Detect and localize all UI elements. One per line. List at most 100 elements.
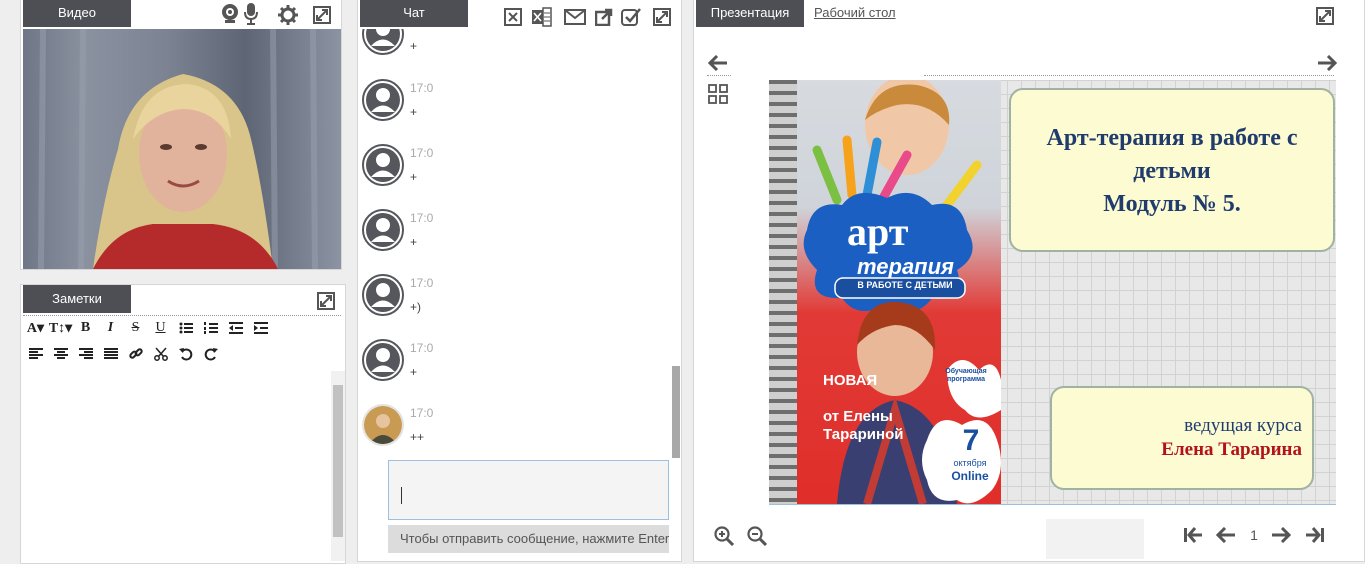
user-avatar-icon <box>362 29 404 55</box>
slide-bottom-line <box>769 504 1336 505</box>
align-justify-icon[interactable] <box>98 344 123 364</box>
webcam-video-frame <box>23 29 341 269</box>
chat-message: 17:0 +) <box>362 274 668 332</box>
first-slide-icon[interactable] <box>1182 525 1204 545</box>
last-slide-icon[interactable] <box>1304 525 1326 545</box>
strikethrough-button[interactable]: S <box>123 318 148 338</box>
clear-chat-icon[interactable] <box>503 7 523 27</box>
editor-toolbar-row-2 <box>23 343 223 365</box>
export-excel-icon[interactable] <box>531 6 553 28</box>
slide-top-divider <box>924 75 1334 76</box>
italic-button[interactable]: I <box>98 318 123 338</box>
video-tab[interactable]: Видео <box>23 0 131 27</box>
expand-icon[interactable] <box>312 5 332 25</box>
next-page-icon[interactable] <box>1270 525 1292 545</box>
chat-message: 17:0 ++ <box>362 404 668 454</box>
message-time: 17:0 <box>410 146 434 160</box>
slide-title-box: Арт-терапия в работе с детьми Модуль № 5… <box>1009 88 1335 252</box>
moderation-check-icon[interactable] <box>620 6 642 28</box>
align-right-icon[interactable] <box>73 344 98 364</box>
video-panel: Видео <box>20 0 342 270</box>
underline-button[interactable]: U <box>148 318 173 338</box>
editor-toolbar-row-1: A▾ T↕▾ B I S U <box>23 317 273 339</box>
message-text: ++ <box>410 430 425 444</box>
chat-panel: Чат + 17:0 + 17:0 + 17:0 + 17:0 +) 17:0 … <box>357 0 682 562</box>
slide-title-line: детьми <box>1133 158 1211 184</box>
bullet-list-icon[interactable] <box>173 318 198 338</box>
message-time: 17:0 <box>410 211 434 225</box>
align-center-icon[interactable] <box>48 344 73 364</box>
text-height-button[interactable]: T↕▾ <box>48 318 73 338</box>
book-title-art: арт <box>847 209 909 254</box>
host-name: Елена Тарарина <box>1161 439 1302 460</box>
notes-editor-area[interactable] <box>23 371 331 561</box>
link-icon[interactable] <box>123 344 148 364</box>
book-author-label: Тарариной <box>823 426 904 443</box>
book-title-therapy: терапия <box>857 254 955 279</box>
text-cursor <box>401 487 402 504</box>
settings-gear-icon[interactable] <box>277 4 299 26</box>
chat-message: + <box>362 29 668 71</box>
zoom-in-icon[interactable] <box>713 525 735 547</box>
notes-scrollbar[interactable] <box>331 371 345 561</box>
previous-slide-arrow-icon[interactable] <box>707 53 729 73</box>
chat-scrollbar-thumb[interactable] <box>672 366 680 458</box>
zoom-out-icon[interactable] <box>746 525 768 547</box>
date-month: октября <box>953 458 987 468</box>
host-label: ведущая курса <box>1184 415 1302 436</box>
expand-icon[interactable] <box>316 291 336 311</box>
book-from-label: от Елены <box>823 408 893 425</box>
spiral-binding <box>769 80 797 504</box>
thumbnails-grid-icon[interactable] <box>707 83 729 105</box>
user-avatar-icon <box>362 339 404 381</box>
font-size-button[interactable]: A▾ <box>23 318 48 338</box>
desktop-tab-link[interactable]: Рабочий стол <box>814 5 896 20</box>
message-text: + <box>410 235 418 249</box>
chat-message-input[interactable] <box>388 460 669 520</box>
previous-page-icon[interactable] <box>1215 525 1237 545</box>
numbered-list-icon[interactable] <box>198 318 223 338</box>
book-cover: арт терапия В РАБОТЕ С ДЕТЬМИ НОВАЯ от Е… <box>769 80 1001 504</box>
chat-message: 17:0 + <box>362 209 668 267</box>
indent-icon[interactable] <box>248 318 273 338</box>
slide-title-line: Арт-терапия в работе с <box>1046 125 1298 151</box>
chat-message: 17:0 + <box>362 144 668 202</box>
notes-scrollbar-thumb[interactable] <box>333 385 343 537</box>
expand-icon[interactable] <box>652 7 672 27</box>
unlink-scissors-icon[interactable] <box>148 344 173 364</box>
book-subtitle: В РАБОТЕ С ДЕТЬМИ <box>857 280 953 290</box>
email-icon[interactable] <box>563 7 587 27</box>
user-avatar-icon <box>362 274 404 316</box>
align-left-icon[interactable] <box>23 344 48 364</box>
outdent-icon[interactable] <box>223 318 248 338</box>
undo-icon[interactable] <box>173 344 198 364</box>
popout-icon[interactable] <box>594 7 614 27</box>
next-slide-arrow-icon[interactable] <box>1316 53 1338 73</box>
notes-panel: Заметки A▾ T↕▾ B I S U <box>20 284 346 564</box>
chat-tab[interactable]: Чат <box>360 0 468 27</box>
page-number: 1 <box>1250 527 1258 543</box>
webcam-icon[interactable] <box>219 3 241 25</box>
notes-tab[interactable]: Заметки <box>23 285 131 313</box>
expand-icon[interactable] <box>1314 5 1336 27</box>
presentation-slide: арт терапия В РАБОТЕ С ДЕТЬМИ НОВАЯ от Е… <box>769 80 1336 504</box>
slide-host-box: ведущая курса Елена Тарарина <box>1050 386 1314 490</box>
slide-title-line: Модуль № 5. <box>1103 191 1241 217</box>
presentation-tab[interactable]: Презентация <box>696 0 804 27</box>
user-photo-avatar <box>362 404 404 446</box>
redo-icon[interactable] <box>198 344 223 364</box>
slide-progress-area <box>1046 519 1144 559</box>
toolbar-divider <box>23 315 341 316</box>
chat-message-list: + 17:0 + 17:0 + 17:0 + 17:0 +) 17:0 + 17… <box>358 29 668 454</box>
date-mode: Online <box>951 469 989 483</box>
date-day: 7 <box>962 424 980 457</box>
message-time: 17:0 <box>410 81 434 95</box>
microphone-icon[interactable] <box>241 3 261 25</box>
chat-scrollbar[interactable] <box>671 29 681 459</box>
chat-message: 17:0 + <box>362 79 668 137</box>
message-text: + <box>410 365 418 379</box>
send-hint: Чтобы отправить сообщение, нажмите Enter <box>388 525 669 553</box>
message-text: + <box>410 105 418 119</box>
training-badge: Обучающая программа <box>945 368 987 383</box>
bold-button[interactable]: B <box>73 318 98 338</box>
